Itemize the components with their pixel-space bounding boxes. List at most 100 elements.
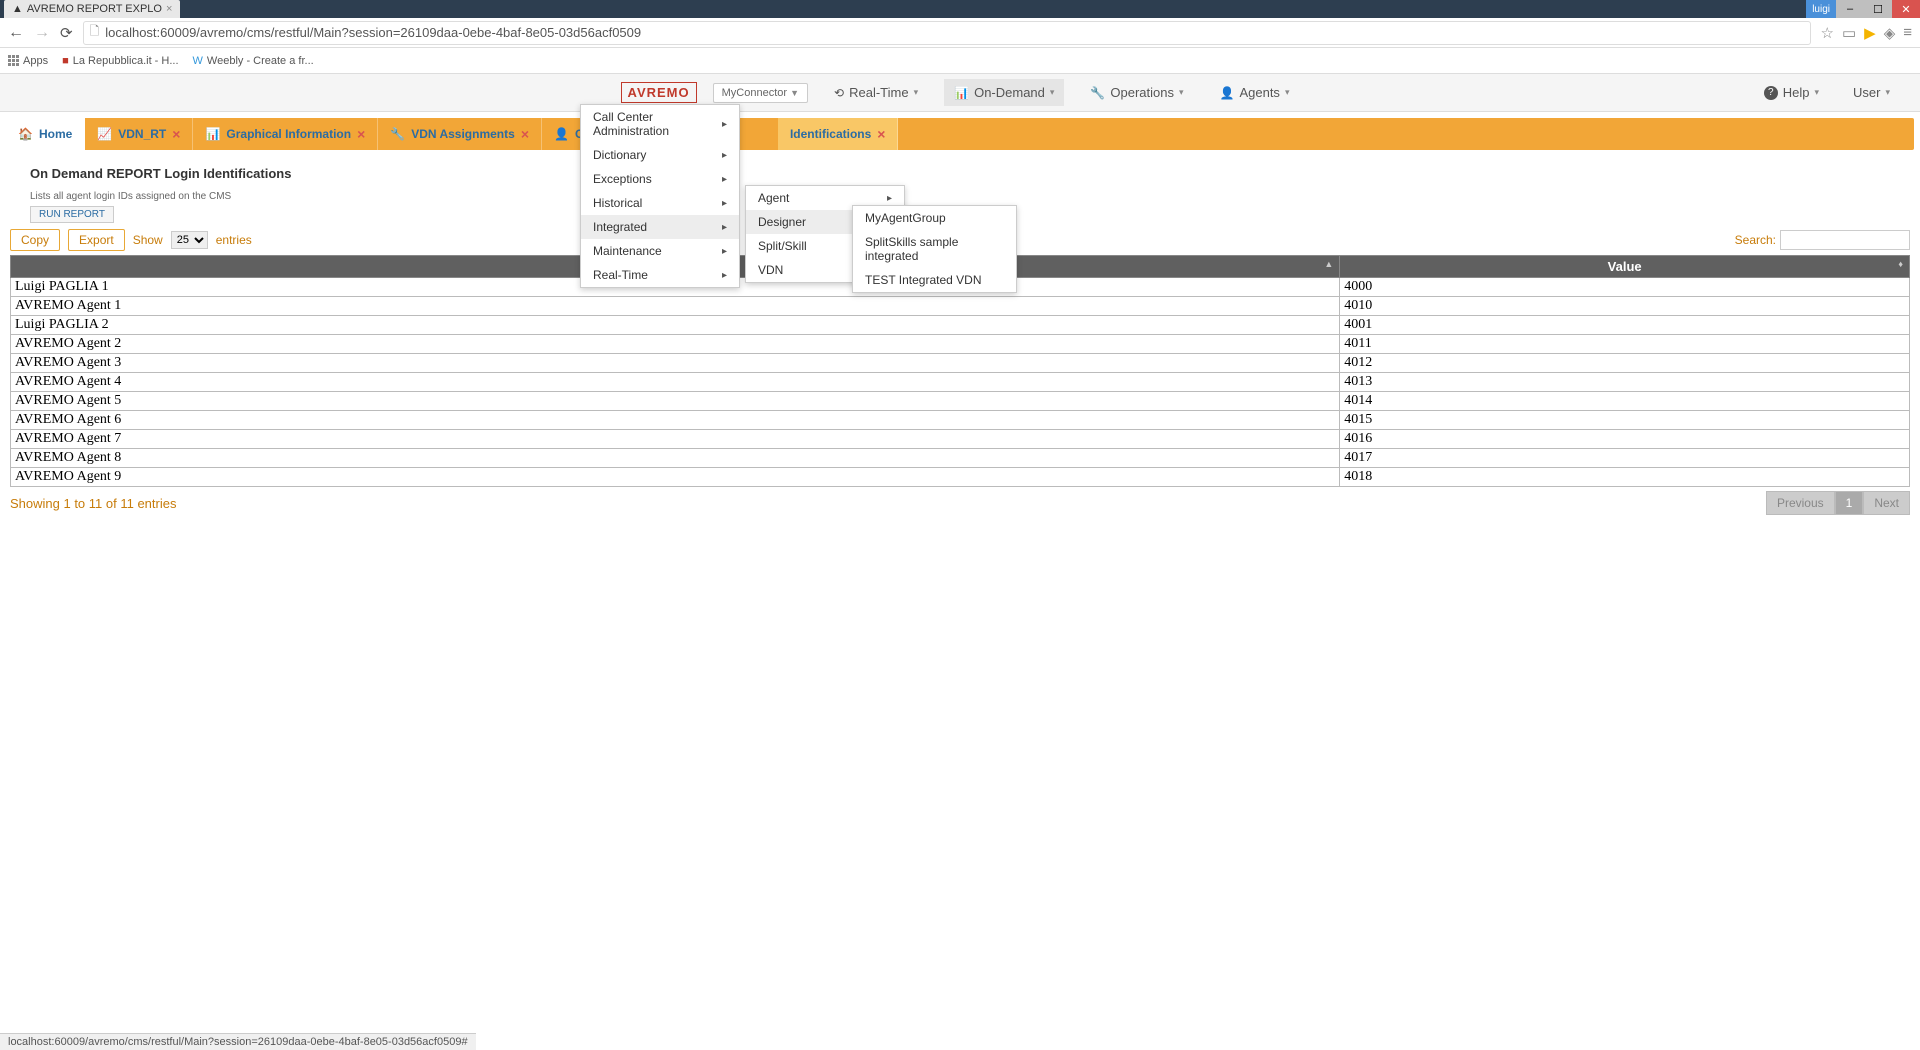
window-close-button[interactable]: ✕ xyxy=(1892,0,1920,18)
table-row: AVREMO Agent 84017 xyxy=(11,449,1910,468)
menu-item[interactable]: SplitSkills sample integrated xyxy=(853,230,1016,268)
sort-icon: ▲ xyxy=(1324,259,1333,269)
cell-name: AVREMO Agent 1 xyxy=(11,297,1340,316)
wrench-icon: 🔧 xyxy=(1090,86,1105,100)
star-icon[interactable]: ☆ xyxy=(1821,24,1834,42)
refresh-icon: ⟲ xyxy=(834,86,844,100)
prev-button[interactable]: Previous xyxy=(1766,491,1835,515)
cell-name: AVREMO Agent 5 xyxy=(11,392,1340,411)
designer-submenu[interactable]: MyAgentGroupSplitSkills sample integrate… xyxy=(852,205,1017,293)
cell-value: 4014 xyxy=(1340,392,1910,411)
reload-button[interactable]: ⟳ xyxy=(60,24,73,42)
url-text: localhost:60009/avremo/cms/restful/Main?… xyxy=(105,25,641,40)
favicon: W xyxy=(193,55,203,67)
bookmark-apps[interactable]: Apps xyxy=(8,55,48,67)
status-bar: localhost:60009/avremo/cms/restful/Main?… xyxy=(0,1033,476,1050)
tab-home[interactable]: 🏠 Home xyxy=(6,118,85,150)
close-icon[interactable]: × xyxy=(877,126,885,142)
menu-item[interactable]: TEST Integrated VDN xyxy=(853,268,1016,292)
cell-value: 4001 xyxy=(1340,316,1910,335)
cell-value: 4011 xyxy=(1340,335,1910,354)
user-icon: 👤 xyxy=(554,127,569,141)
page-size-select[interactable]: 25 xyxy=(171,231,208,249)
table-row: AVREMO Agent 34012 xyxy=(11,354,1910,373)
cell-value: 4015 xyxy=(1340,411,1910,430)
tab-vdn-rt[interactable]: 📈 VDN_RT × xyxy=(85,118,193,150)
wrench-icon: 🔧 xyxy=(390,127,405,141)
page-number[interactable]: 1 xyxy=(1835,491,1864,515)
app-logo: AVREMO xyxy=(621,82,697,103)
cell-value: 4018 xyxy=(1340,468,1910,487)
report-subtitle: Lists all agent login IDs assigned on th… xyxy=(30,191,1890,202)
chart-icon: 📊 xyxy=(954,86,969,100)
search-input[interactable] xyxy=(1780,230,1910,250)
menu-realtime[interactable]: ⟲ Real-Time ▾ xyxy=(824,79,928,106)
device-icon[interactable]: ▭ xyxy=(1842,24,1856,42)
cell-name: Luigi PAGLIA 2 xyxy=(11,316,1340,335)
menu-user[interactable]: User ▾ xyxy=(1843,79,1900,106)
export-button[interactable]: Export xyxy=(68,229,125,251)
menu-ondemand[interactable]: 📊 On-Demand ▾ xyxy=(944,79,1064,106)
page-icon: 🗋 xyxy=(90,22,100,43)
cell-value: 4013 xyxy=(1340,373,1910,392)
report-title: On Demand REPORT Login Identifications xyxy=(30,166,1890,181)
menu-item[interactable]: Real-Time▸ xyxy=(581,263,739,287)
run-report-button[interactable]: RUN REPORT xyxy=(30,206,114,223)
bookmark-item[interactable]: W Weebly - Create a fr... xyxy=(193,55,314,67)
sort-icon: ♦ xyxy=(1898,259,1903,269)
tab-identifications[interactable]: Identifications × xyxy=(778,118,899,150)
table-row: AVREMO Agent 64015 xyxy=(11,411,1910,430)
menu-item[interactable]: Exceptions▸ xyxy=(581,167,739,191)
close-icon[interactable]: × xyxy=(357,126,365,142)
user-badge[interactable]: luigi xyxy=(1806,0,1836,18)
connector-select[interactable]: MyConnector ▼ xyxy=(713,83,808,103)
menu-item[interactable]: Historical▸ xyxy=(581,191,739,215)
close-icon[interactable]: × xyxy=(521,126,529,142)
table-row: AVREMO Agent 54014 xyxy=(11,392,1910,411)
extension-icon[interactable]: ◈ xyxy=(1884,24,1896,42)
back-button[interactable]: ← xyxy=(8,24,24,42)
col-value[interactable]: Value♦ xyxy=(1340,256,1910,278)
home-icon: 🏠 xyxy=(18,127,33,141)
cell-name: AVREMO Agent 4 xyxy=(11,373,1340,392)
chart-icon: 📈 xyxy=(97,127,112,141)
play-icon[interactable]: ▶ xyxy=(1864,24,1876,42)
table-footer: Showing 1 to 11 of 11 entries Previous 1… xyxy=(10,491,1910,515)
url-field[interactable]: 🗋 localhost:60009/avremo/cms/restful/Mai… xyxy=(83,21,1811,45)
menu-agents[interactable]: 👤 Agents ▾ xyxy=(1210,79,1300,106)
cell-value: 4016 xyxy=(1340,430,1910,449)
cell-value: 4000 xyxy=(1340,278,1910,297)
browser-title-bar: ▲ AVREMO REPORT EXPLO × luigi – ☐ ✕ xyxy=(0,0,1920,18)
help-icon: ? xyxy=(1764,86,1778,100)
ondemand-submenu[interactable]: Call Center Administration▸Dictionary▸Ex… xyxy=(580,104,740,288)
app-toolbar: AVREMO MyConnector ▼ ⟲ Real-Time ▾ 📊 On-… xyxy=(0,74,1920,112)
tab-graphical[interactable]: 📊 Graphical Information × xyxy=(193,118,378,150)
menu-icon[interactable]: ≡ xyxy=(1903,24,1912,41)
close-icon[interactable]: × xyxy=(166,3,172,15)
close-icon[interactable]: × xyxy=(172,126,180,142)
forward-button[interactable]: → xyxy=(34,24,50,42)
bookmarks-bar: Apps ■ La Repubblica.it - H... W Weebly … xyxy=(0,48,1920,74)
entries-label: entries xyxy=(216,233,252,247)
copy-button[interactable]: Copy xyxy=(10,229,60,251)
menu-operations[interactable]: 🔧 Operations ▾ xyxy=(1080,79,1193,106)
maximize-button[interactable]: ☐ xyxy=(1864,0,1892,18)
cell-name: AVREMO Agent 3 xyxy=(11,354,1340,373)
menu-item[interactable]: Maintenance▸ xyxy=(581,239,739,263)
next-button[interactable]: Next xyxy=(1863,491,1910,515)
favicon: ■ xyxy=(62,55,69,67)
menu-item[interactable]: Dictionary▸ xyxy=(581,143,739,167)
bookmark-item[interactable]: ■ La Repubblica.it - H... xyxy=(62,55,178,67)
tab-title: AVREMO REPORT EXPLO xyxy=(27,3,162,15)
browser-tab[interactable]: ▲ AVREMO REPORT EXPLO × xyxy=(4,0,180,18)
user-icon: 👤 xyxy=(1220,86,1235,100)
cell-value: 4017 xyxy=(1340,449,1910,468)
menu-help[interactable]: ? Help ▾ xyxy=(1754,79,1829,106)
table-row: AVREMO Agent 74016 xyxy=(11,430,1910,449)
tab-vdn-assign[interactable]: 🔧 VDN Assignments × xyxy=(378,118,542,150)
cell-value: 4012 xyxy=(1340,354,1910,373)
minimize-button[interactable]: – xyxy=(1836,0,1864,18)
menu-item[interactable]: Call Center Administration▸ xyxy=(581,105,739,143)
menu-item[interactable]: MyAgentGroup xyxy=(853,206,1016,230)
menu-item[interactable]: Integrated▸ xyxy=(581,215,739,239)
